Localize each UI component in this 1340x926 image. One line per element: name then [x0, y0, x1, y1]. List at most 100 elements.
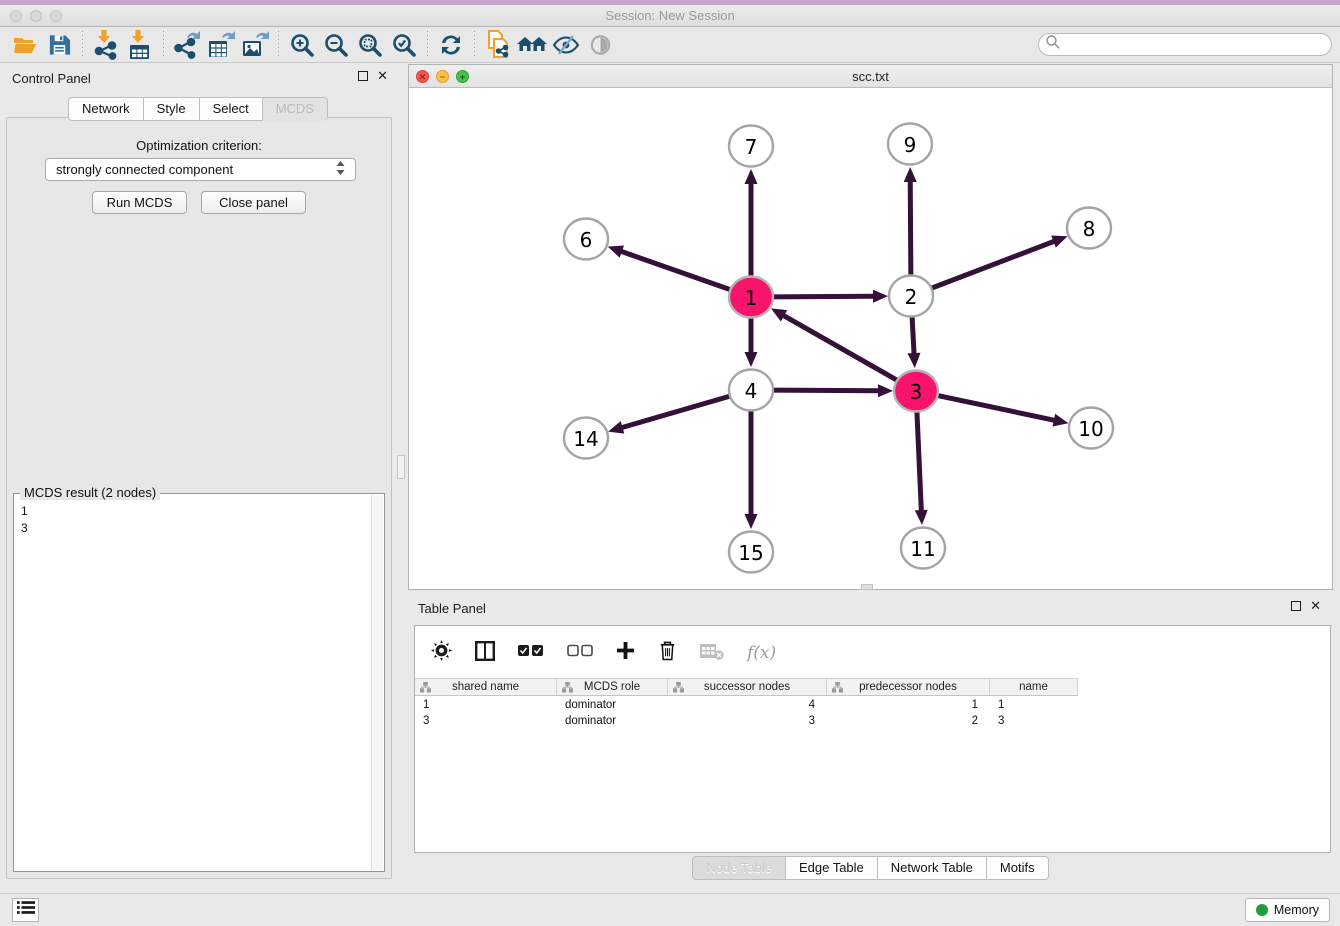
svg-text:8: 8: [1083, 217, 1096, 241]
network-canvas[interactable]: 7 9 6 8 1 2 4 3 14 10 15 11: [409, 88, 1332, 589]
table-cell[interactable]: 1: [990, 697, 1078, 713]
result-scrollbar[interactable]: [371, 495, 383, 870]
graph-edge-4-3[interactable]: [772, 384, 893, 397]
graph-edge-3-11[interactable]: [915, 412, 928, 525]
window-title: Session: New Session: [0, 8, 1340, 23]
add-row-icon[interactable]: [616, 641, 635, 665]
graph-node-14[interactable]: 14: [564, 418, 608, 459]
graph-node-4[interactable]: 4: [729, 370, 773, 411]
table-cell[interactable]: 4: [668, 697, 827, 713]
search-input[interactable]: [1061, 38, 1325, 52]
graph-edge-1-6[interactable]: [608, 245, 731, 290]
tab-mcds[interactable]: MCDS: [263, 97, 328, 121]
zoom-selected-icon[interactable]: [387, 30, 421, 60]
graph-node-6[interactable]: 6: [564, 219, 608, 260]
float-panel-icon[interactable]: [358, 71, 368, 81]
tab-select[interactable]: Select: [200, 97, 263, 121]
import-network-icon[interactable]: [89, 30, 123, 60]
table-cell[interactable]: dominator: [557, 697, 668, 713]
column-header-successor-nodes[interactable]: successor nodes: [668, 679, 827, 695]
table-settings-icon[interactable]: [431, 640, 452, 666]
column-header-shared-name[interactable]: shared name: [415, 679, 557, 695]
graph-node-11[interactable]: 11: [901, 528, 945, 569]
table-row[interactable]: 3dominator323: [415, 713, 1329, 729]
graph-node-10[interactable]: 10: [1069, 408, 1113, 449]
float-table-panel-icon[interactable]: [1291, 601, 1301, 611]
node-table-container: f(x) shared nameMCDS rolesuccessor nodes…: [414, 625, 1331, 853]
tab-network[interactable]: Network: [68, 97, 144, 121]
open-folder-icon[interactable]: [8, 30, 42, 60]
criterion-value: strongly connected component: [56, 162, 233, 177]
mcds-result-list: 13: [14, 494, 384, 537]
graph-node-8[interactable]: 8: [1067, 208, 1111, 249]
table-cell[interactable]: 3: [990, 713, 1078, 729]
table-cell[interactable]: dominator: [557, 713, 668, 729]
svg-text:2: 2: [905, 285, 918, 309]
zoom-fit-icon[interactable]: [353, 30, 387, 60]
toolbar-separator: [82, 31, 83, 59]
column-layout-icon[interactable]: [475, 641, 495, 666]
search-box[interactable]: [1038, 33, 1332, 56]
graph-edge-2-9[interactable]: [904, 167, 917, 275]
network-view-title: scc.txt: [409, 69, 1332, 84]
apply-layout-icon[interactable]: [434, 30, 468, 60]
graph-edge-3-10[interactable]: [937, 395, 1069, 426]
mcds-result-title: MCDS result (2 nodes): [20, 485, 160, 500]
tab-node-table[interactable]: Node Table: [692, 856, 786, 880]
graph-node-7[interactable]: 7: [729, 126, 773, 167]
import-table-icon[interactable]: [123, 30, 157, 60]
criterion-dropdown[interactable]: strongly connected component: [45, 158, 356, 181]
zoom-out-icon[interactable]: [319, 30, 353, 60]
table-row[interactable]: 1dominator411: [415, 697, 1329, 713]
tab-motifs[interactable]: Motifs: [987, 856, 1049, 880]
graph-edge-3-1[interactable]: [771, 308, 898, 380]
export-network-icon[interactable]: [170, 30, 204, 60]
graph-node-2[interactable]: 2: [889, 276, 933, 317]
select-all-icon[interactable]: [518, 644, 544, 662]
close-panel-icon[interactable]: ✕: [377, 71, 388, 81]
table-cell[interactable]: 3: [415, 713, 557, 729]
graph-node-1[interactable]: 1: [729, 277, 773, 318]
run-mcds-button[interactable]: Run MCDS: [92, 191, 187, 214]
tab-style[interactable]: Style: [144, 97, 200, 121]
table-cell[interactable]: 2: [827, 713, 990, 729]
tab-edge-table[interactable]: Edge Table: [786, 856, 878, 880]
graph-node-15[interactable]: 15: [729, 532, 773, 573]
export-table-icon[interactable]: [204, 30, 238, 60]
column-header-name[interactable]: name: [990, 679, 1078, 695]
toolbar-separator: [163, 31, 164, 59]
close-panel-button[interactable]: Close panel: [201, 191, 306, 214]
tab-network-table[interactable]: Network Table: [878, 856, 987, 880]
svg-text:3: 3: [910, 380, 923, 404]
graph-node-3[interactable]: 3: [894, 371, 938, 412]
table-cell[interactable]: 3: [668, 713, 827, 729]
panel-splitter-handle[interactable]: [397, 455, 405, 479]
graph-node-9[interactable]: 9: [888, 124, 932, 165]
window-resize-handle[interactable]: [861, 584, 873, 590]
hide-selected-icon[interactable]: [549, 30, 583, 60]
graph-edge-1-7[interactable]: [745, 169, 758, 276]
graph-edge-1-2[interactable]: [772, 290, 888, 303]
column-header-MCDS-role[interactable]: MCDS role: [557, 679, 668, 695]
table-cell[interactable]: 1: [415, 697, 557, 713]
network-window-titlebar[interactable]: ✕ − + scc.txt: [409, 65, 1332, 88]
graph-edge-2-3[interactable]: [908, 317, 921, 368]
first-neighbors-icon[interactable]: [515, 30, 549, 60]
deselect-all-icon[interactable]: [567, 644, 593, 662]
save-session-icon[interactable]: [42, 30, 76, 60]
zoom-in-icon[interactable]: [285, 30, 319, 60]
export-image-icon[interactable]: [238, 30, 272, 60]
graph-edge-2-8[interactable]: [931, 235, 1068, 288]
column-hierarchy-icon: [562, 682, 573, 696]
column-hierarchy-icon: [673, 682, 684, 696]
delete-row-icon[interactable]: [658, 640, 677, 666]
task-history-button[interactable]: [12, 898, 39, 922]
graph-edge-4-15[interactable]: [745, 411, 758, 529]
clone-network-icon[interactable]: [481, 30, 515, 60]
graph-edge-1-4[interactable]: [745, 318, 758, 367]
memory-button[interactable]: Memory: [1245, 898, 1330, 922]
close-table-panel-icon[interactable]: ✕: [1310, 601, 1321, 611]
graph-edge-4-14[interactable]: [608, 396, 731, 434]
table-cell[interactable]: 1: [827, 697, 990, 713]
column-header-predecessor-nodes[interactable]: predecessor nodes: [827, 679, 990, 695]
